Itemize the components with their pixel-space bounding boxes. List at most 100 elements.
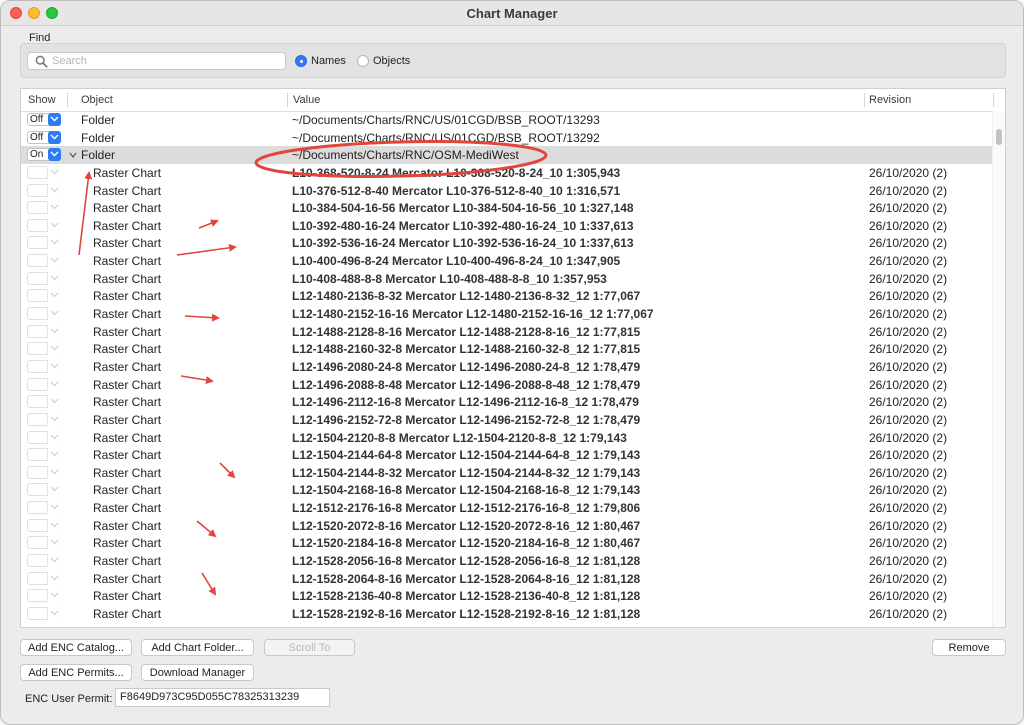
show-popup[interactable]: On — [27, 148, 61, 162]
table-row[interactable]: Raster Chart L10-392-480-16-24 Mercator L… — [21, 217, 995, 235]
table-row[interactable]: Off Folder ~/Documents/Charts/RNC/US/01CGD… — [21, 129, 995, 147]
chevron-down-icon[interactable] — [47, 236, 61, 250]
scroll-to-button[interactable]: Scroll To — [264, 639, 355, 656]
show-popup[interactable] — [27, 236, 61, 250]
table-row[interactable]: Raster Chart L12-1504-2144-8-32 Mercator … — [21, 464, 995, 482]
table-row[interactable]: Raster Chart L12-1520-2072-8-16 Mercator … — [21, 517, 995, 535]
radio-objects-dot[interactable] — [357, 55, 369, 67]
chevron-down-icon[interactable] — [47, 448, 61, 462]
show-popup[interactable] — [27, 465, 61, 479]
show-popup[interactable] — [27, 342, 61, 356]
table-row[interactable]: Raster Chart L10-368-520-8-24 Mercator L1… — [21, 164, 995, 182]
show-popup[interactable] — [27, 606, 61, 620]
chevron-down-icon[interactable] — [48, 148, 61, 162]
remove-button[interactable]: Remove — [932, 639, 1006, 656]
table-row[interactable]: Raster Chart L10-384-504-16-56 Mercator L… — [21, 199, 995, 217]
table-row[interactable]: On Folder ~/Documents/Charts/RNC/OSM-MediW… — [21, 146, 995, 164]
table-row[interactable]: Raster Chart L10-400-496-8-24 Mercator L1… — [21, 252, 995, 270]
table-row[interactable]: Raster Chart L12-1488-2128-8-16 Mercator … — [21, 323, 995, 341]
download-manager-button[interactable]: Download Manager — [141, 664, 254, 681]
table-row[interactable]: Raster Chart L10-408-488-8-8 Mercator L10… — [21, 270, 995, 288]
enc-user-permit-field[interactable]: F8649D973C95D055C78325313239 — [115, 688, 330, 707]
table-row[interactable]: Raster Chart L12-1528-2192-8-16 Mercator … — [21, 605, 995, 623]
radio-names-dot[interactable] — [295, 55, 307, 67]
column-header-show[interactable]: Show — [28, 94, 56, 106]
chevron-down-icon[interactable] — [47, 465, 61, 479]
chevron-down-icon[interactable] — [47, 342, 61, 356]
show-popup[interactable] — [27, 377, 61, 391]
show-popup[interactable] — [27, 483, 61, 497]
chevron-down-icon[interactable] — [47, 483, 61, 497]
table-row[interactable]: Raster Chart L12-1496-2152-72-8 Mercator … — [21, 411, 995, 429]
show-popup[interactable] — [27, 271, 61, 285]
table-row[interactable]: Raster Chart L12-1512-2176-16-8 Mercator … — [21, 499, 995, 517]
chevron-down-icon[interactable] — [47, 165, 61, 179]
table-row[interactable]: Raster Chart L12-1496-2112-16-8 Mercator … — [21, 393, 995, 411]
chevron-down-icon[interactable] — [47, 501, 61, 515]
chevron-down-icon[interactable] — [47, 201, 61, 215]
show-popup[interactable]: Off — [27, 113, 61, 126]
chevron-down-icon[interactable] — [47, 412, 61, 426]
show-popup[interactable] — [27, 536, 61, 550]
column-header-value[interactable]: Value — [293, 94, 320, 106]
chevron-down-icon[interactable] — [47, 289, 61, 303]
search-input[interactable] — [52, 54, 280, 68]
show-popup[interactable] — [27, 395, 61, 409]
show-popup[interactable] — [27, 201, 61, 215]
column-header-revision[interactable]: Revision — [869, 94, 911, 106]
table-row[interactable]: Raster Chart L12-1480-2152-16-16 Mercator… — [21, 305, 995, 323]
show-popup[interactable] — [27, 289, 61, 303]
table-row[interactable]: Raster Chart L12-1496-2080-24-8 Mercator … — [21, 358, 995, 376]
chevron-down-icon[interactable] — [47, 518, 61, 532]
table-row[interactable]: Raster Chart L12-1528-2136-40-8 Mercator … — [21, 587, 995, 605]
chevron-down-icon[interactable] — [48, 113, 61, 126]
show-popup[interactable] — [27, 430, 61, 444]
search-field[interactable] — [27, 52, 286, 70]
radio-objects[interactable]: Objects — [357, 54, 417, 68]
chevron-down-icon[interactable] — [47, 254, 61, 268]
chevron-down-icon[interactable] — [47, 183, 61, 197]
chevron-down-icon[interactable] — [47, 324, 61, 338]
chevron-down-icon[interactable] — [47, 271, 61, 285]
chevron-down-icon[interactable] — [47, 430, 61, 444]
chevron-down-icon[interactable] — [47, 571, 61, 585]
show-popup[interactable] — [27, 448, 61, 462]
show-popup[interactable] — [27, 218, 61, 232]
radio-names[interactable]: Names — [295, 54, 355, 68]
add-enc-permits-button[interactable]: Add ENC Permits... — [20, 664, 132, 681]
table-row[interactable]: Raster Chart L12-1480-2136-8-32 Mercator … — [21, 287, 995, 305]
table-row[interactable]: Raster Chart L10-392-536-16-24 Mercator L… — [21, 234, 995, 252]
add-enc-catalog-button[interactable]: Add ENC Catalog... — [20, 639, 132, 656]
show-popup[interactable] — [27, 183, 61, 197]
table-row[interactable]: Raster Chart L12-1504-2120-8-8 Mercator L… — [21, 429, 995, 447]
show-popup[interactable] — [27, 571, 61, 585]
show-popup[interactable] — [27, 589, 61, 603]
show-popup[interactable] — [27, 518, 61, 532]
table-row[interactable]: Raster Chart L12-1528-2056-16-8 Mercator … — [21, 552, 995, 570]
chevron-down-icon[interactable] — [47, 589, 61, 603]
show-popup[interactable] — [27, 324, 61, 338]
show-popup[interactable] — [27, 307, 61, 321]
vertical-scrollbar[interactable] — [992, 111, 1005, 627]
add-chart-folder-button[interactable]: Add Chart Folder... — [141, 639, 254, 656]
table-row[interactable]: Off Folder ~/Documents/Charts/RNC/US/01CGD… — [21, 111, 995, 129]
show-popup[interactable] — [27, 554, 61, 568]
chevron-down-icon[interactable] — [47, 554, 61, 568]
table-row[interactable]: Raster Chart L12-1528-2064-8-16 Mercator … — [21, 570, 995, 588]
chevron-down-icon[interactable] — [47, 395, 61, 409]
table-row[interactable]: Raster Chart L12-1488-2160-32-8 Mercator … — [21, 340, 995, 358]
table-row[interactable]: Raster Chart L12-1520-2184-16-8 Mercator … — [21, 534, 995, 552]
table-row[interactable]: Raster Chart L12-1504-2144-64-8 Mercator … — [21, 446, 995, 464]
chevron-down-icon[interactable] — [47, 307, 61, 321]
show-popup[interactable] — [27, 165, 61, 179]
table-row[interactable]: Raster Chart L12-1504-2168-16-8 Mercator … — [21, 481, 995, 499]
chevron-down-icon[interactable] — [47, 377, 61, 391]
scrollbar-thumb[interactable] — [996, 129, 1002, 145]
column-header-object[interactable]: Object — [81, 94, 113, 106]
chevron-down-icon[interactable] — [48, 130, 61, 144]
chevron-down-icon[interactable] — [47, 218, 61, 232]
show-popup[interactable] — [27, 412, 61, 426]
show-popup[interactable] — [27, 359, 61, 373]
disclosure-chevron-icon[interactable] — [69, 151, 77, 159]
table-row[interactable]: Raster Chart L10-376-512-8-40 Mercator L1… — [21, 182, 995, 200]
